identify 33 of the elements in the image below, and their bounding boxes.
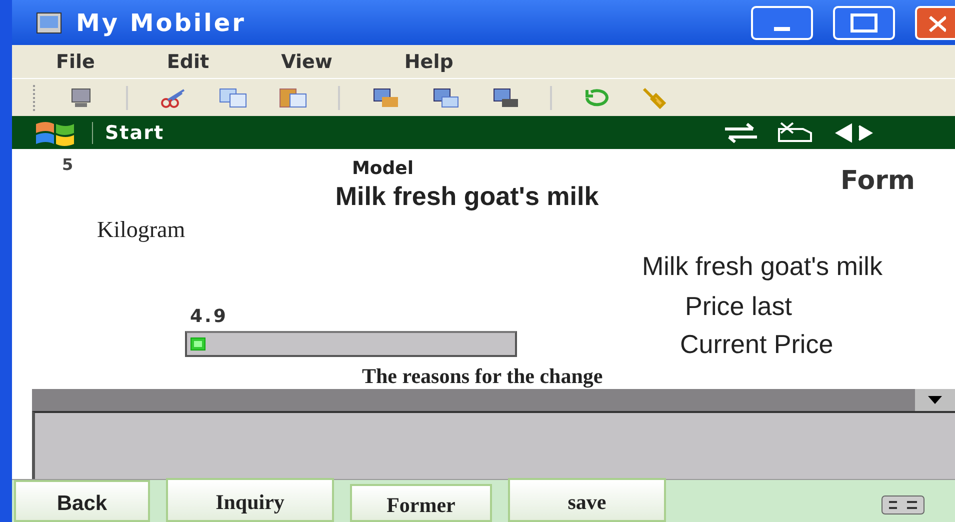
toolbar-grip-icon (32, 84, 36, 110)
unit-text: Kilogram (96, 217, 186, 243)
quantity-text: 5 (61, 154, 74, 174)
product-name: Milk fresh goat's milk (335, 180, 599, 212)
form-label: Form (840, 166, 915, 196)
product-name: Milk fresh goat's milk (642, 250, 884, 282)
maximize-button[interactable] (833, 6, 895, 40)
minimize-icon (774, 26, 790, 30)
input-icon (190, 337, 206, 351)
price-last-label: Price last (685, 290, 793, 322)
current-price-label: Current Price (680, 328, 834, 360)
menu-item[interactable]: Edit (166, 50, 210, 72)
menu-item[interactable]: Help (404, 50, 454, 72)
paste-icon[interactable] (278, 86, 308, 108)
price-input-field[interactable] (185, 331, 517, 357)
action-button[interactable]: Back (14, 480, 150, 522)
keyboard-icon[interactable] (881, 494, 925, 516)
minimize-button[interactable] (751, 6, 813, 40)
window-icon (36, 12, 62, 34)
maximize-icon (849, 12, 879, 34)
menu-item[interactable]: View (281, 50, 332, 72)
model-label: Model (351, 158, 415, 179)
action-button[interactable]: Inquiry (166, 478, 334, 522)
copy-icon[interactable] (218, 86, 248, 108)
reason-text-area[interactable] (32, 411, 955, 479)
speaker-icon[interactable] (835, 122, 875, 144)
action-button[interactable]: save (508, 478, 666, 522)
price-value: 4.9 (189, 306, 229, 327)
menu-item[interactable]: File (56, 50, 95, 72)
window-title: My Mobiler (76, 8, 247, 36)
reasons-label: The reasons for the change (362, 364, 603, 389)
close-button[interactable] (915, 6, 955, 40)
action-button[interactable]: Former (350, 484, 492, 522)
